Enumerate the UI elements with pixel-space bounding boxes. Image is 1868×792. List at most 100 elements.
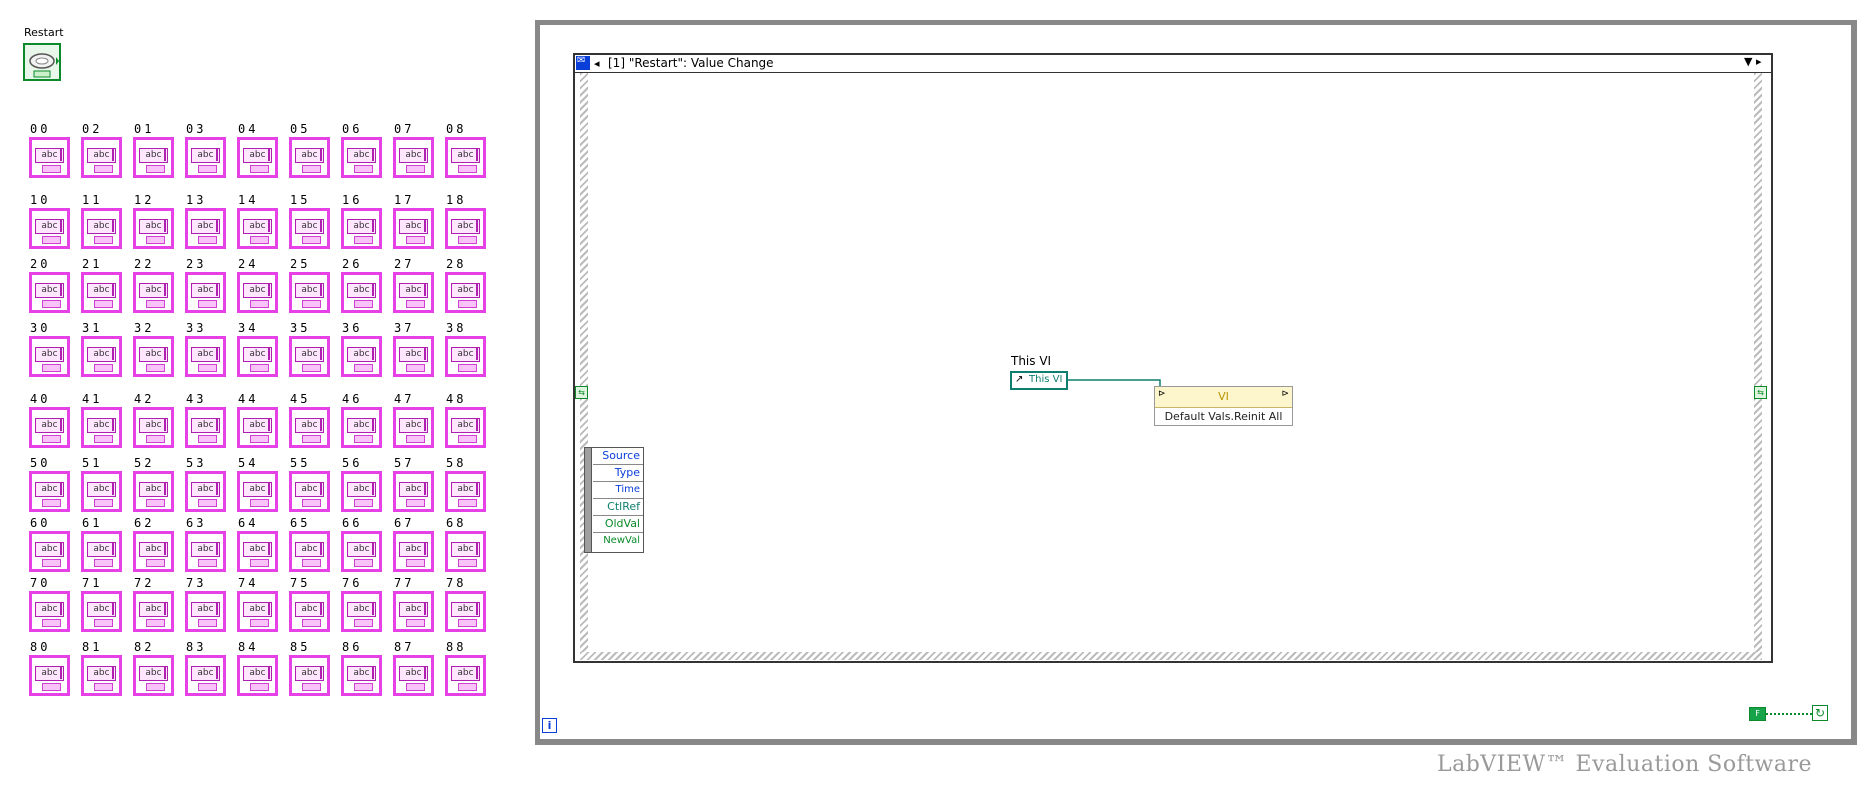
string-terminal[interactable]: 80 abc (25, 640, 70, 700)
string-terminal-icon[interactable]: abc (185, 591, 226, 632)
string-terminal-icon[interactable]: abc (341, 272, 382, 313)
event-field-oldval[interactable]: OldVal (593, 516, 643, 533)
string-terminal-icon[interactable]: abc (185, 655, 226, 696)
string-terminal[interactable]: 11 abc (77, 193, 122, 253)
string-terminal[interactable]: 42 abc (129, 392, 174, 452)
string-terminal[interactable]: 08 abc (441, 122, 486, 182)
restart-boolean-terminal[interactable] (23, 43, 61, 81)
string-terminal-icon[interactable]: abc (133, 531, 174, 572)
string-terminal[interactable]: 38 abc (441, 321, 486, 381)
string-terminal-icon[interactable]: abc (29, 137, 70, 178)
string-terminal[interactable]: 86 abc (337, 640, 382, 700)
string-terminal-icon[interactable]: abc (289, 591, 330, 632)
string-terminal-icon[interactable]: abc (341, 655, 382, 696)
string-terminal-icon[interactable]: abc (341, 471, 382, 512)
string-terminal-icon[interactable]: abc (445, 655, 486, 696)
string-terminal[interactable]: 62 abc (129, 516, 174, 576)
string-terminal-icon[interactable]: abc (237, 655, 278, 696)
event-field-type[interactable]: Type (593, 465, 643, 482)
string-terminal[interactable]: 88 abc (441, 640, 486, 700)
string-terminal[interactable]: 68 abc (441, 516, 486, 576)
string-terminal-icon[interactable]: abc (445, 531, 486, 572)
string-terminal[interactable]: 71 abc (77, 576, 122, 636)
string-terminal-icon[interactable]: abc (185, 208, 226, 249)
string-terminal-icon[interactable]: abc (445, 471, 486, 512)
string-terminal[interactable]: 02 abc (77, 122, 122, 182)
string-terminal-icon[interactable]: abc (289, 137, 330, 178)
string-terminal[interactable]: 53 abc (181, 456, 226, 516)
string-terminal-icon[interactable]: abc (81, 655, 122, 696)
string-terminal[interactable]: 50 abc (25, 456, 70, 516)
string-terminal[interactable]: 28 abc (441, 257, 486, 317)
case-dropdown-icon[interactable]: ▼ (1744, 55, 1752, 68)
string-terminal[interactable]: 73 abc (181, 576, 226, 636)
string-terminal-icon[interactable]: abc (445, 272, 486, 313)
string-terminal[interactable]: 61 abc (77, 516, 122, 576)
event-field-time[interactable]: Time (593, 482, 643, 499)
string-terminal[interactable]: 46 abc (337, 392, 382, 452)
string-terminal-icon[interactable]: abc (29, 272, 70, 313)
string-terminal-icon[interactable]: abc (237, 591, 278, 632)
string-terminal-icon[interactable]: abc (237, 336, 278, 377)
string-terminal-icon[interactable]: abc (185, 336, 226, 377)
string-terminal-icon[interactable]: abc (81, 471, 122, 512)
string-terminal[interactable]: 26 abc (337, 257, 382, 317)
string-terminal-icon[interactable]: abc (341, 336, 382, 377)
string-terminal-icon[interactable]: abc (445, 336, 486, 377)
string-terminal[interactable]: 00 abc (25, 122, 70, 182)
string-terminal[interactable]: 06 abc (337, 122, 382, 182)
string-terminal-icon[interactable]: abc (289, 208, 330, 249)
string-terminal-icon[interactable]: abc (289, 407, 330, 448)
previous-case-icon[interactable]: ◂ (594, 57, 600, 70)
string-terminal[interactable]: 58 abc (441, 456, 486, 516)
string-terminal-icon[interactable]: abc (289, 531, 330, 572)
string-terminal-icon[interactable]: abc (29, 471, 70, 512)
string-terminal-icon[interactable]: abc (393, 531, 434, 572)
string-terminal[interactable]: 21 abc (77, 257, 122, 317)
string-terminal-icon[interactable]: abc (81, 208, 122, 249)
false-constant[interactable]: F (1749, 707, 1766, 721)
right-tunnel-icon[interactable]: ⇆ (1754, 386, 1767, 399)
string-terminal[interactable]: 22 abc (129, 257, 174, 317)
string-terminal-icon[interactable]: abc (185, 272, 226, 313)
string-terminal[interactable]: 87 abc (389, 640, 434, 700)
string-terminal-icon[interactable]: abc (393, 591, 434, 632)
string-terminal-icon[interactable]: abc (29, 208, 70, 249)
string-terminal[interactable]: 67 abc (389, 516, 434, 576)
string-terminal-icon[interactable]: abc (185, 471, 226, 512)
string-terminal[interactable]: 81 abc (77, 640, 122, 700)
string-terminal[interactable]: 31 abc (77, 321, 122, 381)
string-terminal[interactable]: 60 abc (25, 516, 70, 576)
string-terminal-icon[interactable]: abc (29, 407, 70, 448)
string-terminal[interactable]: 04 abc (233, 122, 278, 182)
string-terminal[interactable]: 36 abc (337, 321, 382, 381)
string-terminal-icon[interactable]: abc (185, 531, 226, 572)
string-terminal[interactable]: 27 abc (389, 257, 434, 317)
string-terminal[interactable]: 78 abc (441, 576, 486, 636)
string-terminal[interactable]: 23 abc (181, 257, 226, 317)
string-terminal-icon[interactable]: abc (133, 407, 174, 448)
string-terminal-icon[interactable]: abc (393, 336, 434, 377)
string-terminal[interactable]: 37 abc (389, 321, 434, 381)
event-data-node[interactable]: Source Type Time CtlRef OldVal NewVal (584, 447, 644, 553)
string-terminal-icon[interactable]: abc (445, 591, 486, 632)
string-terminal-icon[interactable]: abc (237, 471, 278, 512)
string-terminal[interactable]: 63 abc (181, 516, 226, 576)
string-terminal-icon[interactable]: abc (289, 655, 330, 696)
string-terminal[interactable]: 24 abc (233, 257, 278, 317)
string-terminal-icon[interactable]: abc (445, 208, 486, 249)
string-terminal-icon[interactable]: abc (237, 407, 278, 448)
string-terminal[interactable]: 12 abc (129, 193, 174, 253)
string-terminal-icon[interactable]: abc (133, 137, 174, 178)
string-terminal-icon[interactable]: abc (393, 407, 434, 448)
string-terminal[interactable]: 55 abc (285, 456, 330, 516)
string-terminal[interactable]: 32 abc (129, 321, 174, 381)
string-terminal-icon[interactable]: abc (29, 336, 70, 377)
string-terminal[interactable]: 43 abc (181, 392, 226, 452)
string-terminal[interactable]: 54 abc (233, 456, 278, 516)
string-terminal[interactable]: 47 abc (389, 392, 434, 452)
event-case-selector[interactable]: [1] "Restart": Value Change (608, 56, 774, 70)
event-field-source[interactable]: Source (593, 448, 643, 465)
string-terminal[interactable]: 76 abc (337, 576, 382, 636)
string-terminal-icon[interactable]: abc (393, 272, 434, 313)
